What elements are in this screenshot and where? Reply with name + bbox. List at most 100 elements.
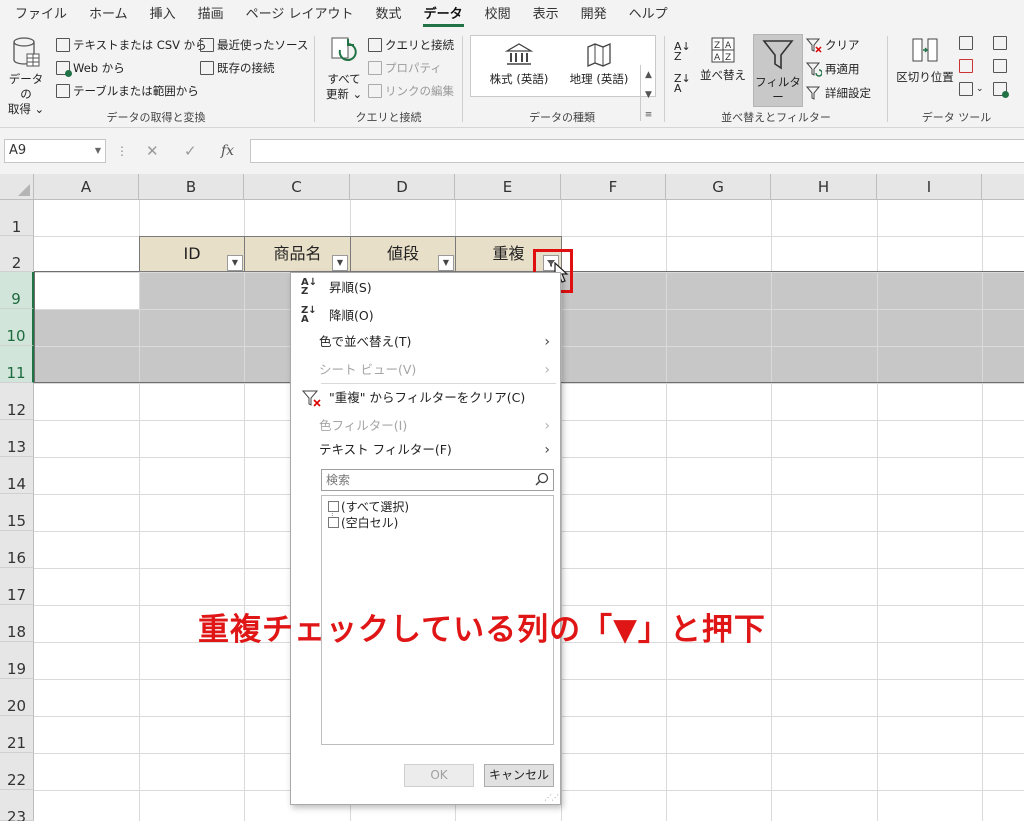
flash-fill-button[interactable]: [959, 36, 973, 50]
consolidate-button[interactable]: [993, 36, 1007, 50]
tab-formulas[interactable]: 数式: [365, 0, 413, 30]
recent-sources-icon: [200, 38, 214, 52]
queries-connections-label: クエリと接続: [385, 38, 454, 52]
from-table-button[interactable]: テーブルまたは範囲から: [56, 83, 199, 99]
menu-sort-by-color[interactable]: 色で並べ替え(T) ›: [291, 329, 560, 355]
row-header-23[interactable]: 23: [0, 790, 34, 821]
data-validation-button[interactable]: ⌄: [959, 82, 984, 96]
filter-option-blank[interactable]: (空白セル): [328, 514, 398, 531]
row-header-2[interactable]: 2: [0, 236, 34, 272]
tab-developer[interactable]: 開発: [570, 0, 618, 30]
column-header-d[interactable]: D: [350, 174, 455, 200]
row-header-17[interactable]: 17: [0, 568, 34, 605]
checkbox-blank[interactable]: [328, 517, 339, 528]
from-text-csv-button[interactable]: テキストまたは CSV から: [56, 37, 207, 53]
ribbon-tab-bar: ファイル ホーム 挿入 描画 ページ レイアウト 数式 データ 校閲 表示 開発…: [0, 0, 1024, 30]
tab-page-layout[interactable]: ページ レイアウト: [235, 0, 365, 30]
filter-dropdown-price-icon[interactable]: ▼: [438, 255, 454, 271]
cancel-entry-icon[interactable]: ✕: [146, 139, 159, 163]
confirm-entry-icon[interactable]: ✓: [184, 139, 197, 163]
filter-option-select-all[interactable]: (すべて選択): [328, 498, 409, 515]
refresh-all-label: すべて: [327, 72, 361, 86]
recent-sources-button[interactable]: 最近使ったソース: [200, 37, 308, 53]
edit-links-button[interactable]: リンクの編集: [368, 83, 454, 99]
row-header-10[interactable]: 10: [0, 309, 34, 346]
row-header-19[interactable]: 19: [0, 642, 34, 679]
menu-separator: [321, 383, 556, 384]
tab-view[interactable]: 表示: [522, 0, 570, 30]
row-header-14[interactable]: 14: [0, 457, 34, 494]
group-get-transform: データの 取得 ⌄ テキストまたは CSV から Web から テーブルまたは範…: [0, 30, 312, 128]
consolidate-icon: [993, 36, 1007, 50]
queries-connections-button[interactable]: クエリと接続: [368, 37, 454, 53]
column-header-j[interactable]: [982, 174, 1024, 200]
text-to-columns-button[interactable]: 区切り位置: [895, 36, 955, 85]
row-header-22[interactable]: 22: [0, 753, 34, 790]
existing-connections-button[interactable]: 既存の接続: [200, 60, 275, 76]
tab-file[interactable]: ファイル: [4, 0, 78, 30]
filter-search-input[interactable]: 検索: [321, 469, 554, 491]
get-data-button[interactable]: データの 取得 ⌄: [6, 36, 46, 117]
relationships-button[interactable]: [993, 59, 1007, 73]
sheet-view-label: シート ビュー(V): [319, 362, 417, 377]
menu-sheet-view: シート ビュー(V) ›: [291, 357, 560, 383]
formula-input[interactable]: [250, 139, 1024, 163]
cancel-button[interactable]: キャンセル: [484, 764, 554, 787]
row-header-1[interactable]: 1: [0, 200, 34, 236]
column-header-b[interactable]: B: [139, 174, 244, 200]
column-header-e[interactable]: E: [455, 174, 561, 200]
column-header-g[interactable]: G: [666, 174, 771, 200]
relationships-icon: [993, 59, 1007, 73]
tab-insert[interactable]: 挿入: [139, 0, 187, 30]
sort-za-icon: Z↓ A: [301, 305, 317, 325]
column-header-a[interactable]: A: [34, 174, 139, 200]
text-file-icon: [56, 38, 70, 52]
row-header-11[interactable]: 11: [0, 346, 34, 383]
text-to-columns-label: 区切り位置: [896, 70, 954, 84]
tab-data[interactable]: データ: [413, 0, 474, 30]
ribbon: データの 取得 ⌄ テキストまたは CSV から Web から テーブルまたは範…: [0, 30, 1024, 128]
checkbox-select-all[interactable]: [328, 501, 339, 512]
menu-clear-filter[interactable]: "重複" からフィルターをクリア(C): [291, 385, 560, 411]
resize-grip-icon[interactable]: ⋰⋰: [544, 793, 559, 802]
row-header-13[interactable]: 13: [0, 420, 34, 457]
tab-home[interactable]: ホーム: [78, 0, 139, 30]
properties-button[interactable]: プロパティ: [368, 60, 442, 76]
tab-draw[interactable]: 描画: [187, 0, 235, 30]
group-queries-connections: すべて 更新 ⌄ クエリと接続 プロパティ リンクの編集 クエリと接続: [316, 30, 461, 128]
row-header-12[interactable]: 12: [0, 383, 34, 420]
menu-text-filter[interactable]: テキスト フィルター(F) ›: [291, 437, 560, 463]
refresh-all-button[interactable]: すべて 更新 ⌄: [322, 36, 366, 102]
row-header-15[interactable]: 15: [0, 494, 34, 531]
column-header-c[interactable]: C: [244, 174, 350, 200]
select-all-button[interactable]: [0, 174, 34, 200]
chevron-right-icon: ›: [544, 442, 550, 458]
menu-sort-descending[interactable]: Z↓ A 降順(O): [291, 303, 560, 329]
row-header-20[interactable]: 20: [0, 679, 34, 716]
get-data-label: データの: [8, 72, 44, 101]
row-header-9[interactable]: 9: [0, 272, 34, 309]
column-header-h[interactable]: H: [771, 174, 877, 200]
ok-button[interactable]: OK: [404, 764, 474, 787]
tab-help[interactable]: ヘルプ: [618, 0, 679, 30]
row-header-16[interactable]: 16: [0, 531, 34, 568]
from-web-button[interactable]: Web から: [56, 60, 125, 77]
clear-filter-icon: [301, 390, 321, 407]
column-header-i[interactable]: I: [877, 174, 982, 200]
filter-dropdown-id-icon[interactable]: ▼: [227, 255, 243, 271]
column-header-f[interactable]: F: [561, 174, 666, 200]
name-box[interactable]: A9 ▼: [4, 139, 106, 163]
table-header-price-label: 値段: [386, 244, 419, 263]
filter-dropdown-product-icon[interactable]: ▼: [332, 255, 348, 271]
tab-review[interactable]: 校閲: [474, 0, 522, 30]
chevron-down-icon[interactable]: ▼: [95, 140, 101, 162]
insert-function-button[interactable]: fx: [221, 139, 234, 163]
existing-connections-label: 既存の接続: [217, 61, 275, 75]
menu-sort-ascending[interactable]: A↓ Z 昇順(S): [291, 275, 560, 301]
remove-duplicates-button[interactable]: [959, 59, 973, 73]
flash-fill-icon: [959, 36, 973, 50]
group-label-data-types: データの種類: [529, 111, 595, 124]
row-header-21[interactable]: 21: [0, 716, 34, 753]
row-header-18[interactable]: 18: [0, 605, 34, 642]
manage-data-model-button[interactable]: [993, 82, 1009, 98]
